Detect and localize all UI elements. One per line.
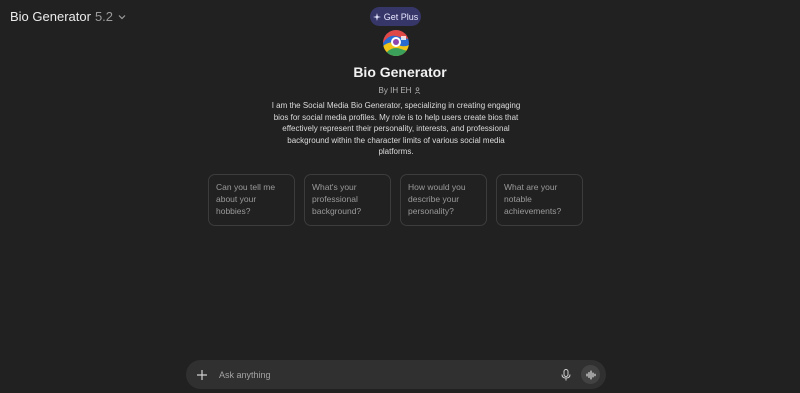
starter-background[interactable]: What's your professional background?: [304, 174, 391, 226]
voice-wave-icon: [585, 369, 596, 380]
gpt-byline: By IH EH: [0, 86, 800, 95]
chevron-down-icon: [118, 14, 126, 19]
starter-hobbies[interactable]: Can you tell me about your hobbies?: [208, 174, 295, 226]
person-icon: [415, 87, 421, 94]
gpt-title: Bio Generator: [353, 64, 447, 80]
voice-mode-button[interactable]: [581, 365, 600, 384]
get-plus-label: Get Plus: [383, 11, 419, 22]
byline-text: By IH EH: [378, 86, 412, 95]
plus-icon[interactable]: [196, 369, 208, 381]
model-version: 5.2: [94, 9, 114, 24]
top-bar: Bio Generator 5.2 Get Plus: [0, 0, 800, 34]
microphone-icon[interactable]: [561, 368, 571, 381]
conversation-starters: Can you tell me about your hobbies? What…: [208, 174, 583, 226]
sparkle-icon: [372, 12, 381, 21]
starter-personality[interactable]: How would you describe your personality?: [400, 174, 487, 226]
gpt-description: I am the Social Media Bio Generator, spe…: [271, 101, 521, 156]
starter-achievements[interactable]: What are your notable achievements?: [496, 174, 583, 226]
model-switcher[interactable]: Bio Generator 5.2: [10, 9, 127, 24]
model-name: Bio Generator: [10, 9, 91, 24]
get-plus-button[interactable]: Get Plus: [370, 7, 421, 26]
composer: [186, 360, 606, 389]
prompt-input[interactable]: [217, 368, 561, 381]
gpt-avatar: [383, 30, 409, 56]
